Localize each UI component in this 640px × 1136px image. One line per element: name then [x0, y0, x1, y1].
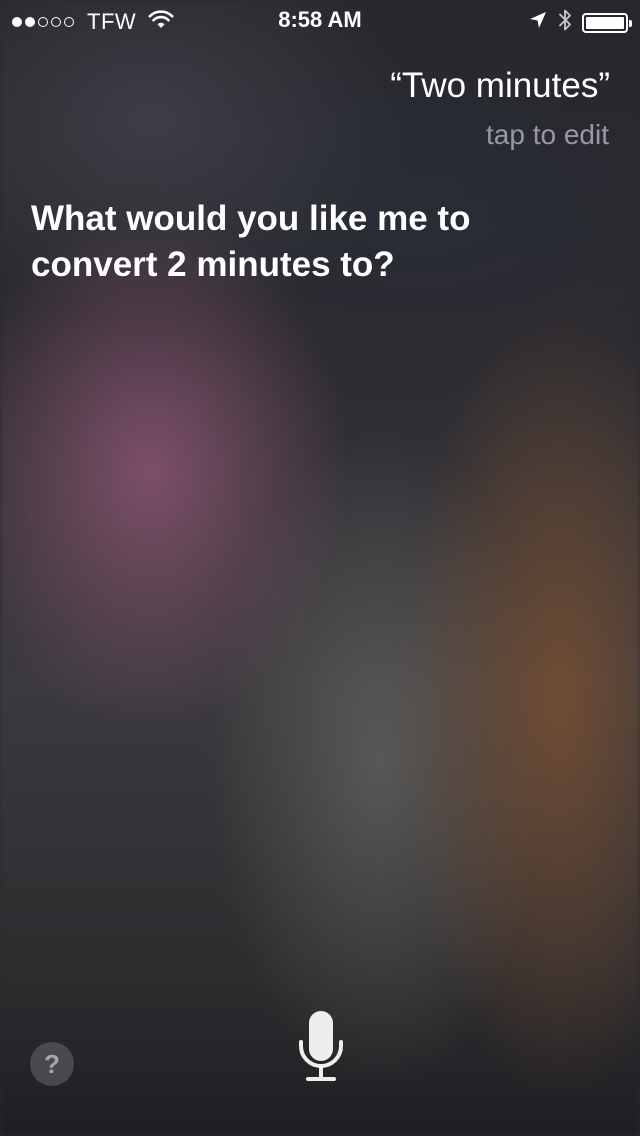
battery-body — [582, 13, 632, 33]
question-mark-icon: ? — [44, 1049, 60, 1079]
battery-fill — [586, 17, 624, 29]
bluetooth-icon — [558, 8, 572, 38]
tap-to-edit-label[interactable]: tap to edit — [486, 119, 609, 151]
battery-tip — [629, 20, 632, 27]
location-arrow-icon — [528, 10, 548, 36]
microphone-button[interactable] — [296, 1008, 346, 1088]
help-button[interactable]: ? — [30, 1042, 74, 1086]
siri-response: What would you like me to convert 2 minu… — [31, 199, 471, 284]
siri-utterance[interactable]: “Two minutes” — [390, 66, 610, 106]
status-right — [518, 8, 632, 38]
status-bar: TFW 8:58 AM — [0, 0, 640, 40]
battery-icon — [582, 13, 632, 33]
microphone-icon — [299, 1011, 343, 1081]
blurred-background — [0, 0, 640, 1136]
